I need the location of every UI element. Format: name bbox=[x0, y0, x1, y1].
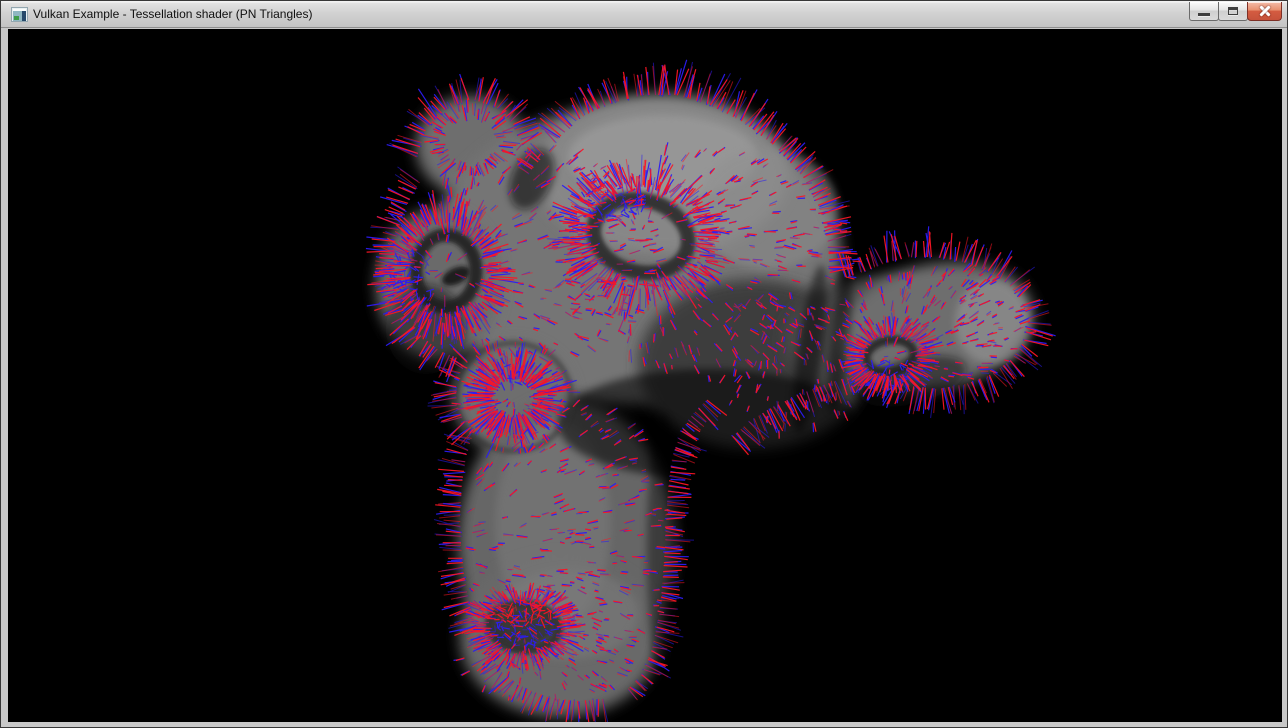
maximize-button[interactable] bbox=[1218, 2, 1248, 21]
window-title: Vulkan Example - Tessellation shader (PN… bbox=[33, 1, 312, 27]
tessellated-model bbox=[8, 29, 1282, 722]
minimize-icon bbox=[1198, 13, 1210, 16]
window-controls bbox=[1190, 2, 1282, 21]
titlebar[interactable]: Vulkan Example - Tessellation shader (PN… bbox=[1, 1, 1287, 28]
maximize-icon bbox=[1228, 7, 1238, 15]
render-viewport[interactable] bbox=[8, 29, 1282, 722]
application-icon bbox=[11, 7, 28, 22]
app-window: Vulkan Example - Tessellation shader (PN… bbox=[0, 0, 1288, 728]
close-button[interactable] bbox=[1247, 2, 1282, 21]
close-icon bbox=[1248, 2, 1281, 20]
minimize-button[interactable] bbox=[1189, 2, 1219, 21]
